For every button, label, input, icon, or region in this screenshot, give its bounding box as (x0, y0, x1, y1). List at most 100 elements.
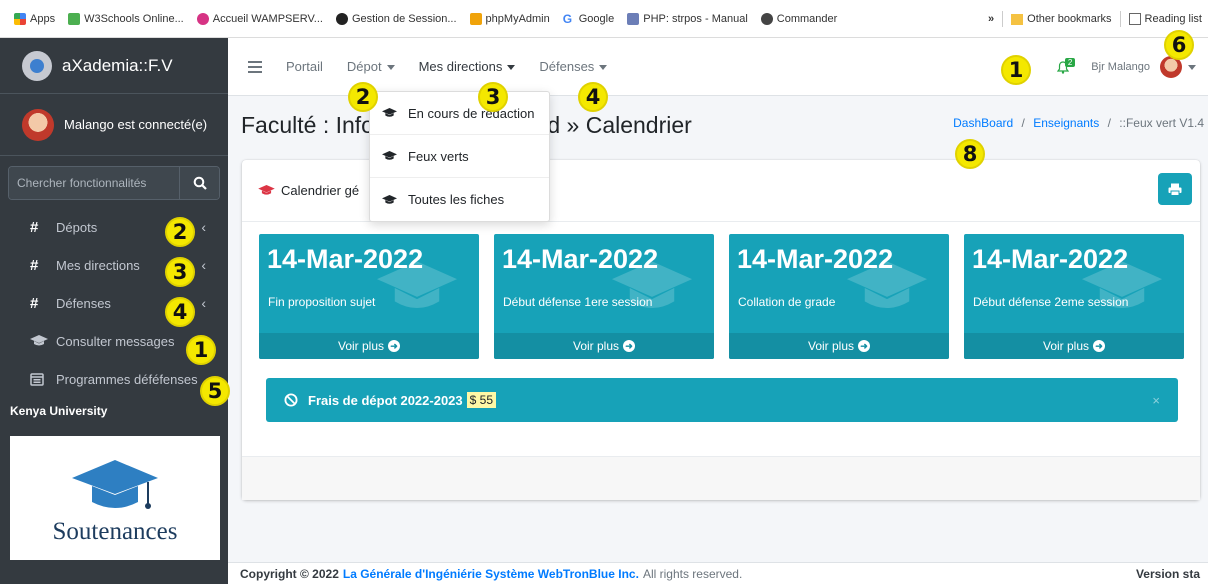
ban-icon (284, 393, 298, 407)
close-alert-button[interactable]: × (1152, 393, 1160, 408)
sidebar-item-label: Défenses (56, 295, 111, 311)
graduation-cap-icon (382, 151, 408, 161)
more-bookmarks-button[interactable]: » (988, 13, 994, 25)
calendar-box: 14-Mar-2022 Fin proposition sujet Voir p… (259, 234, 479, 359)
bookmark-commander[interactable]: Commander (760, 12, 838, 25)
other-bookmarks-button[interactable]: Other bookmarks (1027, 13, 1111, 25)
nav-defenses[interactable]: Défenses (539, 59, 608, 74)
search-button[interactable] (179, 167, 219, 199)
graduation-cap-icon (382, 108, 408, 118)
annotation-marker: 1 (186, 335, 216, 365)
nav-mes-directions[interactable]: Mes directions (419, 59, 516, 74)
sidebar-search (8, 166, 220, 200)
notifications-button[interactable]: 2 (1056, 57, 1076, 74)
bookmark-label: phpMyAdmin (485, 12, 550, 25)
search-input[interactable] (9, 167, 179, 199)
notification-badge: 2 (1064, 57, 1076, 67)
chevron-left-icon: ‹ (201, 295, 206, 311)
annotation-marker: 4 (165, 297, 195, 327)
nav-label: Dépot (346, 59, 382, 74)
annotation-marker: 6 (1164, 30, 1194, 60)
dropdown-item-en-cours[interactable]: En cours de rédaction (370, 92, 549, 135)
breadcrumb-enseignants[interactable]: Enseignants (1033, 116, 1099, 130)
breadcrumb-separator: / (1107, 116, 1111, 130)
bookmark-gestion[interactable]: Gestion de Session... (335, 12, 457, 25)
box-label: Début défense 2eme session (973, 295, 1129, 309)
dropdown-item-toutes-fiches[interactable]: Toutes les fiches (370, 178, 549, 221)
chevron-left-icon: ‹ (201, 257, 206, 273)
annotation-marker: 4 (578, 82, 608, 112)
logo-text: Soutenances (52, 518, 178, 545)
card-title: Calendrier gé (281, 183, 360, 198)
graduation-cap-icon (382, 194, 408, 205)
box-label: Collation de grade (738, 295, 836, 309)
box-label: Début défense 1ere session (503, 295, 653, 309)
breadcrumb: DashBoard / Enseignants / ::Feux vert V1… (953, 116, 1204, 130)
bookmark-php-manual[interactable]: PHP: strpos - Manual (627, 12, 748, 25)
bookmark-label: W3Schools Online... (84, 12, 184, 25)
site-icon (335, 12, 348, 25)
dropdown-item-label: Feux verts (408, 148, 469, 164)
bookmark-label: Gestion de Session... (351, 12, 457, 25)
search-icon (193, 176, 207, 190)
nav-depot[interactable]: Dépot (347, 59, 395, 74)
user-panel[interactable]: Malango est connecté(e) (0, 94, 228, 156)
reading-list-button[interactable]: Reading list (1145, 13, 1202, 25)
annotation-marker: 2 (348, 82, 378, 112)
sidebar-item-mes-directions[interactable]: # Mes directions ‹ (0, 246, 228, 284)
graduation-cap-icon (258, 185, 275, 196)
caret-down-icon[interactable] (1188, 64, 1196, 70)
annotation-marker: 1 (1001, 55, 1031, 85)
calendar-box: 14-Mar-2022 Début défense 1ere session V… (494, 234, 714, 359)
bookmark-phpmyadmin[interactable]: phpMyAdmin (469, 12, 550, 25)
graduation-cap-logo-icon (72, 460, 158, 509)
sidebar-item-label: Consulter messages (56, 333, 175, 349)
bookmark-w3schools[interactable]: W3Schools Online... (68, 12, 184, 25)
nav-portail[interactable]: Portail (286, 59, 323, 74)
printer-icon (1168, 183, 1182, 196)
calendar-icon (30, 372, 56, 386)
annotation-marker: 5 (200, 376, 230, 406)
nav-label: Défenses (539, 59, 595, 74)
footer-org-link[interactable]: La Générale d'Ingéniérie Système WebTron… (343, 567, 639, 581)
phpmyadmin-icon (469, 12, 482, 25)
caret-down-icon (386, 65, 395, 71)
bookmark-label: Apps (30, 12, 56, 25)
sidebar-item-programmes[interactable]: Programmes déféfenses (0, 360, 228, 398)
calendar-box: 14-Mar-2022 Collation de grade Voir plus… (729, 234, 949, 359)
bookmark-wampserver[interactable]: Accueil WAMPSERV... (196, 12, 323, 25)
annotation-marker: 2 (165, 217, 195, 247)
bookmark-apps[interactable]: Apps (14, 12, 56, 25)
voir-plus-link[interactable]: Voir plus ➜ (259, 333, 479, 359)
dropdown-item-label: Toutes les fiches (408, 192, 505, 207)
brand-link[interactable]: aXademia::F.V (0, 38, 228, 94)
hash-icon: # (30, 256, 39, 274)
bookmark-label: Commander (776, 12, 838, 25)
voir-plus-link[interactable]: Voir plus ➜ (494, 333, 714, 359)
voir-plus-label: Voir plus (572, 339, 620, 353)
commander-icon (760, 12, 773, 25)
caret-down-icon (599, 65, 608, 71)
fees-alert: Frais de dépot 2022-2023 $ 55 × (266, 378, 1178, 422)
breadcrumb-separator: / (1021, 116, 1025, 130)
voir-plus-link[interactable]: Voir plus ➜ (729, 333, 949, 359)
hamburger-menu-icon[interactable] (248, 58, 262, 76)
chevron-left-icon: ‹ (201, 219, 206, 235)
print-button[interactable] (1158, 173, 1192, 205)
nav-label: Mes directions (418, 59, 503, 74)
dropdown-item-feux-verts[interactable]: Feux verts (370, 135, 549, 178)
breadcrumb-dashboard[interactable]: DashBoard (953, 116, 1013, 130)
calendar-box: 14-Mar-2022 Début défense 2eme session V… (964, 234, 1184, 359)
apps-grid-icon (14, 12, 26, 25)
mes-directions-dropdown: En cours de rédaction Feux verts Toutes … (369, 91, 550, 222)
box-date: 14-Mar-2022 (972, 244, 1129, 274)
annotation-marker: 3 (165, 257, 195, 287)
section-label: Kenya University (10, 404, 108, 418)
footer-version: Version sta (1135, 566, 1200, 581)
bookmark-google[interactable]: G Google (563, 13, 614, 25)
w3schools-icon (68, 12, 81, 25)
box-date: 14-Mar-2022 (737, 244, 894, 274)
voir-plus-link[interactable]: Voir plus ➜ (964, 333, 1184, 359)
brand-logo-icon (22, 50, 52, 81)
arrow-circle-right-icon: ➜ (623, 340, 636, 352)
